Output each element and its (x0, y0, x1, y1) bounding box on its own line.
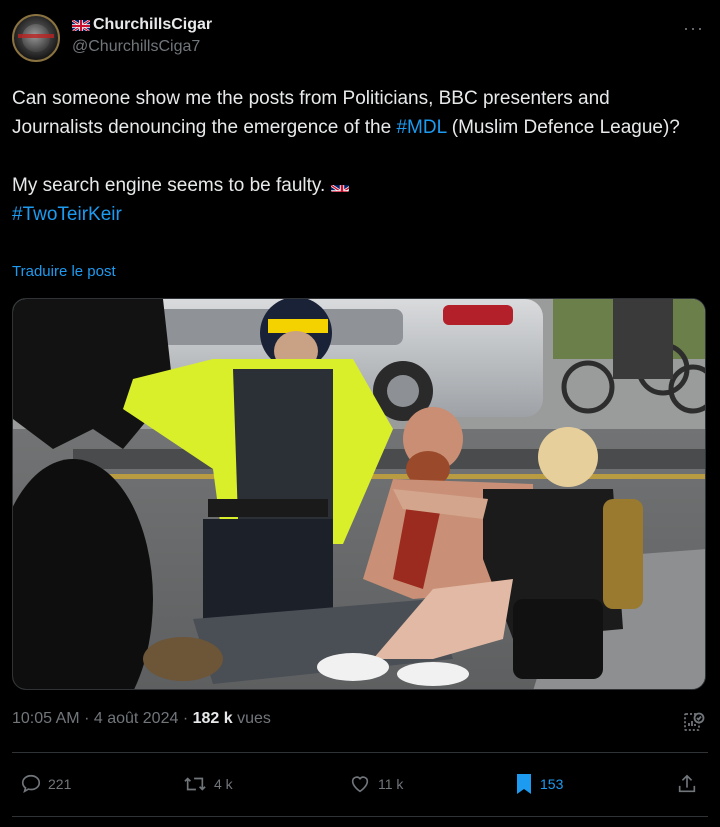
display-name[interactable]: ChurchillsCigar (72, 16, 212, 34)
tweet-text-segment: My search engine seems to be faulty. (12, 175, 326, 196)
repost-button[interactable]: 4 k (182, 764, 233, 804)
hashtag-mdl[interactable]: #MDL (396, 117, 446, 138)
photo-illustration (13, 299, 705, 689)
avatar[interactable] (12, 14, 60, 62)
tweet-time[interactable]: 10:05 AM (12, 710, 80, 727)
user-names: ChurchillsCigar @ChurchillsCiga7 (72, 16, 212, 56)
share-icon (678, 774, 696, 793)
share-button[interactable] (676, 764, 698, 804)
views-count: 182 k (192, 710, 233, 727)
tweet-date[interactable]: 4 août 2024 (94, 710, 179, 727)
bookmark-button[interactable]: 153 (514, 764, 563, 804)
display-name-text: ChurchillsCigar (93, 16, 213, 33)
tweet-text-segment: (Muslim Defence League)? (446, 117, 680, 138)
reply-button[interactable]: 221 (20, 764, 71, 804)
meta-separator: · (182, 710, 193, 727)
tweet: ChurchillsCigar @ChurchillsCiga7 ··· Can… (0, 0, 720, 827)
like-count: 11 k (378, 776, 404, 792)
meta-separator: · (84, 710, 94, 727)
avatar-stripe (18, 34, 54, 38)
hashtag-twoteirkeir[interactable]: #TwoTeirKeir (12, 204, 122, 225)
tweet-photo[interactable] (12, 298, 706, 690)
tweet-metadata: 10:05 AM · 4 août 2024 · 182 k vues (12, 710, 271, 728)
more-options-icon[interactable]: ··· (683, 18, 704, 39)
views-label: vues (237, 710, 271, 727)
repost-count: 4 k (214, 776, 233, 792)
repost-icon (184, 777, 206, 791)
tweet-paragraph-2: My search engine seems to be faulty. (12, 171, 702, 200)
bookmark-icon (517, 774, 531, 794)
heart-icon (351, 776, 369, 793)
avatar-image (22, 24, 50, 52)
divider (12, 752, 708, 753)
tweet-paragraph-1: Can someone show me the posts from Polit… (12, 84, 702, 142)
user-handle[interactable]: @ChurchillsCiga7 (72, 38, 212, 56)
tweet-header: ChurchillsCigar @ChurchillsCiga7 ··· (12, 14, 708, 66)
tweet-text: Can someone show me the posts from Polit… (12, 84, 702, 229)
reply-icon (21, 774, 41, 794)
like-button[interactable]: 11 k (348, 764, 403, 804)
uk-flag-icon (330, 180, 349, 192)
analytics-icon[interactable] (682, 710, 706, 734)
action-bar: 221 4 k 11 k 153 (12, 764, 708, 804)
bookmark-count: 153 (540, 776, 564, 792)
translate-post-link[interactable]: Traduire le post (12, 263, 116, 280)
divider (12, 816, 708, 817)
uk-flag-icon (72, 19, 90, 31)
reply-count: 221 (48, 776, 72, 792)
